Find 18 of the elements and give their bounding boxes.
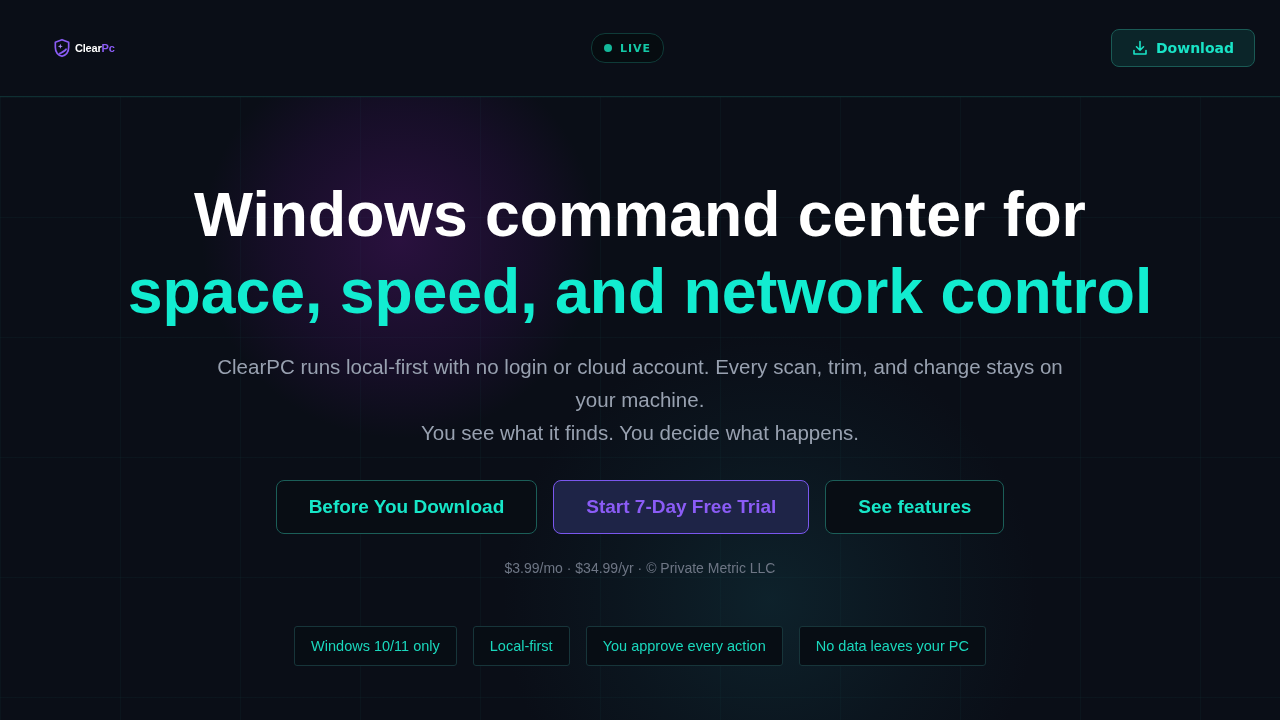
cta-button[interactable]: Before You Download: [275, 480, 538, 534]
pricing-note: $3.99/mo · $34.99/yr · © Private Metric LLC: [504, 559, 776, 578]
status-dot-icon: [603, 44, 612, 52]
cta-button[interactable]: See features: [825, 480, 1005, 534]
description-text: ClearPC runs local-first with no login or cloud account. Every scan, trim, and change stays on your machine.: [216, 354, 1064, 413]
headline-accent-text: space, speed, and network control: [127, 255, 1153, 328]
cta-button[interactable]: Start 7-Day Free Trial: [553, 480, 810, 534]
logo-text[interactable]: ClearPc: [75, 42, 115, 54]
shield-logo-icon: [52, 37, 72, 59]
live-status-badge: LIVE: [590, 33, 665, 63]
feature-tag: Local-first: [472, 626, 570, 666]
feature-tag: You approve every action: [585, 626, 783, 666]
download-icon: [1132, 40, 1148, 56]
feature-tag: No data leaves your PC: [798, 626, 986, 666]
description-text: You see what it finds. You decide what happens.: [420, 420, 860, 446]
download-button[interactable]: Download: [1111, 29, 1255, 67]
headline-text: Windows command center for: [194, 178, 1086, 251]
feature-tag: Windows 10/11 only: [294, 626, 457, 666]
